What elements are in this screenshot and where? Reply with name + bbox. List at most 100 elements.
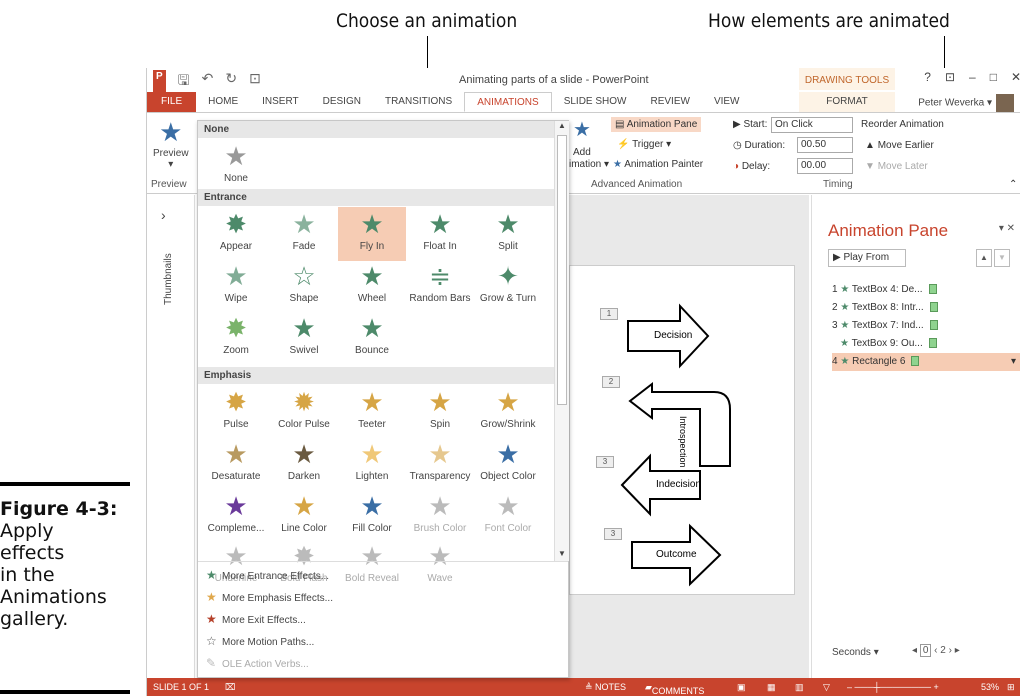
tab-format[interactable]: FORMAT: [799, 92, 895, 112]
move-earlier-button[interactable]: ▲ Move Earlier: [865, 140, 934, 151]
more-emphasis-effects[interactable]: ★ More Emphasis Effects...: [198, 587, 568, 607]
animation-spin[interactable]: ★ Spin: [406, 385, 474, 439]
tab-transitions[interactable]: TRANSITIONS: [373, 92, 464, 112]
animation-transparency[interactable]: ★ Transparency: [406, 437, 474, 491]
animation-color-pulse[interactable]: ✹ Color Pulse: [270, 385, 338, 439]
animation-line-color[interactable]: ★ Line Color: [270, 489, 338, 543]
animation-complementary[interactable]: ★ Compleme...: [202, 489, 270, 543]
animation-lighten[interactable]: ★ Lighten: [338, 437, 406, 491]
normal-view-icon[interactable]: ▣: [737, 682, 746, 693]
animation-object-color[interactable]: ★ Object Color: [474, 437, 542, 491]
animation-painter-button[interactable]: ★ Animation Painter: [613, 159, 703, 170]
collapse-ribbon-icon[interactable]: ⌃: [1009, 179, 1017, 190]
animation-row[interactable]: ★ TextBox 9: Ou...: [832, 335, 1020, 353]
animation-appear[interactable]: ✸ Appear: [202, 207, 270, 261]
slide-canvas[interactable]: 1 2 3 3 Decision Introspection Indecisio…: [569, 265, 795, 595]
animation-pulse[interactable]: ✸ Pulse: [202, 385, 270, 439]
zoom-level[interactable]: 53%: [981, 682, 999, 692]
caption-rule-top: [0, 482, 130, 486]
move-up-button[interactable]: ▲: [976, 249, 992, 267]
add-animation-label[interactable]: Add: [573, 147, 591, 158]
animation-fill-color[interactable]: ★ Fill Color: [338, 489, 406, 543]
zoom-slider[interactable]: – ───┼──────── +: [847, 682, 939, 692]
animation-grow-shrink[interactable]: ★ Grow/Shrink: [474, 385, 542, 439]
scroll-up-icon[interactable]: ▲: [558, 121, 566, 130]
user-account[interactable]: Peter Weverka ▾: [918, 94, 1014, 112]
tab-view[interactable]: VIEW: [702, 92, 752, 112]
animation-shape[interactable]: ☆ Shape: [270, 259, 338, 313]
animation-brush-color[interactable]: ★ Brush Color: [406, 489, 474, 543]
add-animation-label2[interactable]: imation ▾: [569, 159, 609, 170]
row-dropdown-icon[interactable]: ▾: [1011, 356, 1016, 367]
start-dropdown[interactable]: On Click: [771, 117, 853, 133]
reading-view-icon[interactable]: ▥: [795, 682, 804, 693]
ribbon-display-icon[interactable]: ⊡: [945, 70, 955, 84]
shape-star-icon: ☆: [292, 261, 316, 291]
pane-options-icon[interactable]: ▾ ✕: [999, 223, 1015, 234]
animation-none[interactable]: ★ None: [202, 139, 270, 193]
animation-font-color[interactable]: ★ Font Color: [474, 489, 542, 543]
tab-home[interactable]: HOME: [196, 92, 250, 112]
caption-rule-bottom: [0, 690, 130, 694]
play-from-button[interactable]: ▶ Play From: [828, 249, 906, 267]
animation-zoom[interactable]: ✸ Zoom: [202, 311, 270, 365]
maximize-icon[interactable]: □: [990, 70, 997, 84]
animation-swivel[interactable]: ★ Swivel: [270, 311, 338, 365]
expand-thumbnails-icon[interactable]: ›: [161, 207, 166, 223]
minimize-icon[interactable]: –: [969, 70, 976, 84]
tab-insert[interactable]: INSERT: [250, 92, 311, 112]
animation-row[interactable]: 3 ★ TextBox 7: Ind...: [832, 317, 1020, 335]
animation-fly-in[interactable]: ★ Fly In: [338, 207, 406, 261]
gallery-scrollbar[interactable]: ▲ ▼: [554, 121, 569, 561]
help-icon[interactable]: ?: [924, 70, 931, 84]
move-down-button[interactable]: ▼: [994, 249, 1010, 267]
seconds-dropdown[interactable]: Seconds ▾: [832, 647, 879, 658]
move-later-button[interactable]: ▼ Move Later: [865, 161, 928, 172]
more-motion-paths[interactable]: ☆ More Motion Paths...: [198, 631, 568, 651]
slideshow-icon[interactable]: ▽: [823, 682, 830, 693]
animation-pane-title: Animation Pane: [828, 221, 949, 240]
tab-review[interactable]: REVIEW: [638, 92, 701, 112]
add-animation-button[interactable]: ★: [573, 117, 591, 142]
animation-desaturate[interactable]: ★ Desaturate: [202, 437, 270, 491]
animation-row[interactable]: 2 ★ TextBox 8: Intr...: [832, 299, 1020, 317]
trigger-button[interactable]: ⚡ Trigger ▾: [617, 139, 671, 150]
duration-spinner[interactable]: 00.50: [797, 137, 853, 153]
animation-pane-button[interactable]: ▤ Animation Pane: [611, 117, 702, 132]
animation-row[interactable]: 1 ★ TextBox 4: De...: [832, 281, 1020, 299]
animation-split[interactable]: ★ Split: [474, 207, 542, 261]
close-icon[interactable]: ✕: [1011, 70, 1020, 84]
spelling-icon[interactable]: ⌧: [225, 682, 235, 693]
animation-darken[interactable]: ★ Darken: [270, 437, 338, 491]
animation-pane: ▾ ✕ Animation Pane ▶ Play From ▲ ▼ 1 ★ T…: [811, 195, 1020, 678]
scrollbar-thumb[interactable]: [557, 135, 567, 405]
more-exit-effects[interactable]: ★ More Exit Effects...: [198, 609, 568, 629]
animation-random-bars[interactable]: ≑ Random Bars: [406, 259, 474, 313]
comments-button[interactable]: ▰ COMMENTS: [645, 682, 704, 696]
animation-float-in[interactable]: ★ Float In: [406, 207, 474, 261]
animation-label: None: [224, 173, 248, 184]
animation-bounce[interactable]: ★ Bounce: [338, 311, 406, 365]
thumbnails-label[interactable]: Thumbnails: [163, 253, 174, 305]
animation-grow-turn[interactable]: ✦ Grow & Turn: [474, 259, 542, 313]
gallery-section-none: None: [198, 121, 554, 138]
ole-action-verbs[interactable]: ✎ OLE Action Verbs...: [198, 653, 568, 673]
animation-row-selected[interactable]: 4 ★ Rectangle 6 ▾: [832, 353, 1020, 371]
tab-file[interactable]: FILE: [147, 92, 197, 112]
notes-button[interactable]: ≜ NOTES: [585, 682, 626, 693]
animation-teeter[interactable]: ★ Teeter: [338, 385, 406, 439]
more-entrance-effects[interactable]: ★ More Entrance Effects...: [198, 565, 568, 585]
animation-label: Color Pulse: [278, 419, 330, 430]
fit-slide-icon[interactable]: ⊞: [1007, 682, 1015, 693]
tab-animations[interactable]: ANIMATIONS: [464, 92, 552, 112]
animation-wipe[interactable]: ★ Wipe: [202, 259, 270, 313]
tab-slide-show[interactable]: SLIDE SHOW: [552, 92, 639, 112]
animation-fade[interactable]: ★ Fade: [270, 207, 338, 261]
scroll-down-icon[interactable]: ▼: [558, 549, 566, 558]
timeline-zoom[interactable]: ◂ 0 ‹ 2 › ▸: [912, 644, 960, 657]
slide-sorter-icon[interactable]: ▦: [767, 682, 776, 693]
delay-spinner[interactable]: 00.00: [797, 158, 853, 174]
preview-button[interactable]: ★ Preview ▾: [153, 117, 189, 170]
animation-wheel[interactable]: ★ Wheel: [338, 259, 406, 313]
tab-design[interactable]: DESIGN: [311, 92, 373, 112]
